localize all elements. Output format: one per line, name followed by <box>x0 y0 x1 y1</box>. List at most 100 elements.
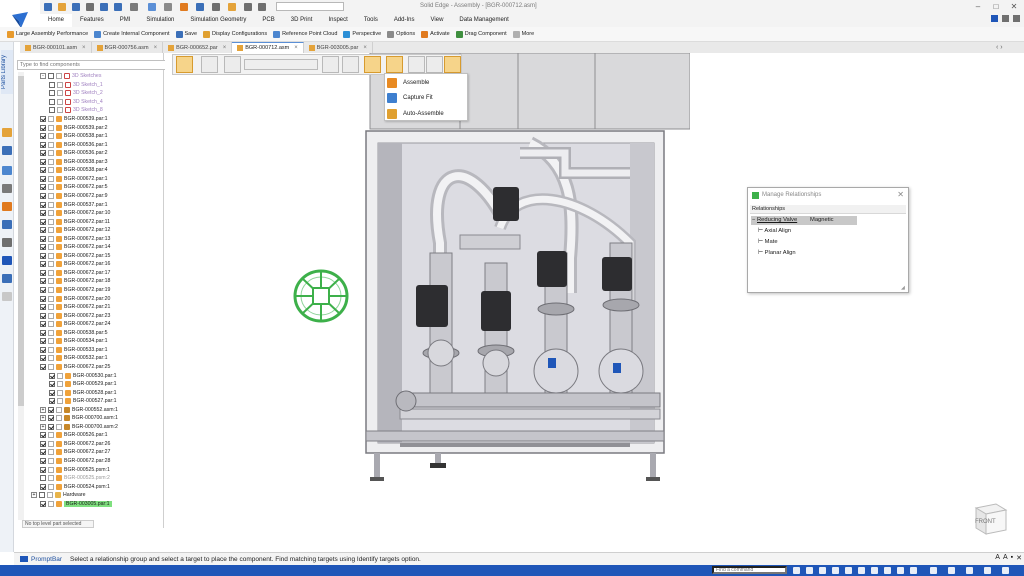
tree-checkbox[interactable] <box>40 304 46 311</box>
tree-checkbox-secondary[interactable] <box>48 458 54 465</box>
tree-checkbox[interactable] <box>40 235 46 242</box>
assemble-menu-item[interactable]: Assemble <box>387 75 467 90</box>
tree-checkbox[interactable] <box>40 329 46 336</box>
tree-item[interactable]: + BGR-000700.asm:2 <box>40 423 118 432</box>
tab-scroll-icon[interactable]: ‹ › <box>996 44 1003 51</box>
tree-checkbox[interactable] <box>49 98 55 105</box>
measure-icon[interactable] <box>164 3 172 11</box>
tree-checkbox-secondary[interactable] <box>57 98 63 105</box>
tree-checkbox[interactable] <box>40 458 46 465</box>
link-icon[interactable] <box>258 3 266 11</box>
document-tab[interactable]: BGR-000652.par × <box>163 42 233 53</box>
tree-checkbox[interactable] <box>49 389 55 396</box>
document-tab[interactable]: BGR-000101.asm × <box>20 42 92 53</box>
reduce-steps-button[interactable] <box>408 56 425 73</box>
text-larger-icon[interactable]: A <box>995 554 1000 562</box>
tree-checkbox[interactable] <box>48 415 54 422</box>
feature-library-icon[interactable] <box>2 220 12 229</box>
tree-item[interactable]: BGR-000672.par:28 <box>40 457 110 466</box>
tree-checkbox-secondary[interactable] <box>57 381 63 388</box>
relationship-item[interactable]: ⊢ Axial Align <box>758 228 791 234</box>
tree-checkbox[interactable] <box>40 475 46 482</box>
tree-item[interactable]: BGR-000672.par:1 <box>40 175 108 184</box>
tree-checkbox[interactable] <box>40 218 46 225</box>
tree-item[interactable]: BGR-000672.par:5 <box>40 183 108 192</box>
tree-checkbox-secondary[interactable] <box>48 278 54 285</box>
offset-type-button[interactable] <box>322 56 339 73</box>
close-prompt-icon[interactable]: ✕ <box>1016 554 1022 562</box>
tree-checkbox-secondary[interactable] <box>48 321 54 328</box>
tree-checkbox-secondary[interactable] <box>48 124 54 131</box>
tree-checkbox-secondary[interactable] <box>48 432 54 439</box>
tree-checkbox[interactable] <box>39 492 45 499</box>
tree-checkbox-secondary[interactable] <box>48 218 54 225</box>
tree-checkbox-secondary[interactable] <box>48 133 54 140</box>
tree-item[interactable]: 3D Sketch_2 <box>49 89 103 98</box>
tree-item[interactable]: + BGR-000552.asm:1 <box>40 405 118 414</box>
properties-icon[interactable] <box>2 256 12 265</box>
close-tab-icon[interactable]: × <box>154 45 158 51</box>
command-button[interactable]: Activate <box>418 30 453 38</box>
tree-checkbox[interactable] <box>48 423 54 430</box>
tree-item[interactable]: BGR-003005.par:1 <box>40 500 112 509</box>
close-icon[interactable]: ✕ <box>897 190 904 199</box>
tree-checkbox-secondary[interactable] <box>48 287 54 294</box>
toggle-icon[interactable] <box>966 567 973 574</box>
tree-checkbox[interactable] <box>40 338 46 345</box>
tree-checkbox[interactable] <box>40 440 46 447</box>
tree-checkbox[interactable] <box>40 227 46 234</box>
tree-checkbox[interactable] <box>40 175 46 182</box>
tree-checkbox[interactable] <box>40 252 46 259</box>
grid-icon[interactable] <box>984 567 991 574</box>
tree-checkbox[interactable] <box>40 295 46 302</box>
tree-item[interactable]: + BGR-000700.asm:1 <box>40 414 118 423</box>
tree-checkbox-secondary[interactable] <box>48 261 54 268</box>
ribbon-tab[interactable]: Home <box>40 14 73 27</box>
minimize-button[interactable]: – <box>970 1 986 12</box>
tree-checkbox[interactable] <box>49 381 55 388</box>
open-file-icon[interactable] <box>58 3 66 11</box>
tree-checkbox-secondary[interactable] <box>48 483 54 490</box>
tree-checkbox[interactable] <box>40 269 46 276</box>
ribbon-tab[interactable]: PCB <box>254 14 282 27</box>
tree-item[interactable]: BGR-000533.par:1 <box>40 346 108 355</box>
tree-checkbox[interactable] <box>40 500 46 507</box>
tree-checkbox-secondary[interactable] <box>48 304 54 311</box>
expand-icon[interactable]: + <box>40 406 46 413</box>
view-orient-icon[interactable] <box>871 567 878 574</box>
tree-checkbox-secondary[interactable] <box>57 81 63 88</box>
new-file-icon[interactable] <box>44 3 52 11</box>
tree-checkbox-secondary[interactable] <box>48 449 54 456</box>
tree-checkbox[interactable] <box>40 116 46 123</box>
tree-item[interactable]: BGR-000537.par:1 <box>40 200 108 209</box>
tree-item[interactable]: BGR-000672.par:16 <box>40 260 110 269</box>
refresh-icon[interactable] <box>148 3 156 11</box>
tree-checkbox-secondary[interactable] <box>48 295 54 302</box>
tree-item[interactable]: BGR-000672.par:20 <box>40 294 110 303</box>
ribbon-tab[interactable]: Simulation <box>138 14 182 27</box>
close-window-button[interactable]: ✕ <box>1006 1 1022 12</box>
tree-checkbox[interactable] <box>40 312 46 319</box>
tree-checkbox-secondary[interactable] <box>48 466 54 473</box>
tree-checkbox-secondary[interactable] <box>56 406 62 413</box>
tree-checkbox-secondary[interactable] <box>56 423 62 430</box>
relationship-types-button[interactable] <box>201 56 218 73</box>
ribbon-tab[interactable]: Add-Ins <box>386 14 423 27</box>
tree-checkbox-secondary[interactable] <box>48 210 54 217</box>
tree-checkbox-secondary[interactable] <box>48 141 54 148</box>
tree-checkbox[interactable] <box>40 278 46 285</box>
tree-checkbox-secondary[interactable] <box>56 73 62 80</box>
fit-icon[interactable] <box>819 567 826 574</box>
select-icon[interactable] <box>130 3 138 11</box>
tree-checkbox-secondary[interactable] <box>48 201 54 208</box>
pattern-button[interactable] <box>426 56 443 73</box>
tree-item[interactable]: BGR-000528.par:1 <box>49 388 117 397</box>
ribbon-tab[interactable]: Features <box>72 14 112 27</box>
ribbon-minimize-icon[interactable] <box>1002 15 1009 22</box>
tree-item[interactable]: 3D Sketch_8 <box>49 106 103 115</box>
tree-item[interactable]: BGR-000539.par:1 <box>40 115 108 124</box>
tree-checkbox-secondary[interactable] <box>48 312 54 319</box>
tree-item[interactable]: BGR-000672.par:27 <box>40 448 110 457</box>
relationship-item[interactable]: ⊢ Planar Align <box>758 250 796 256</box>
tree-item[interactable]: BGR-000524.psm:1 <box>40 482 110 491</box>
